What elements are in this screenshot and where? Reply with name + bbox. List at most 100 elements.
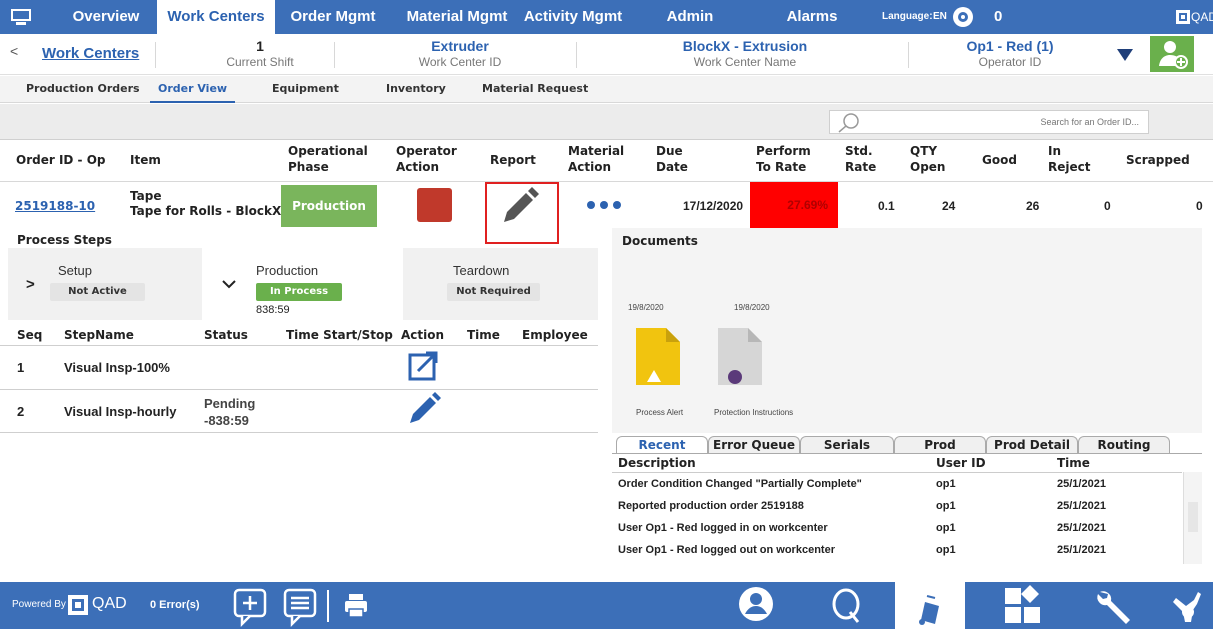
col-material-action-1: Material <box>568 144 625 158</box>
print-icon[interactable] <box>342 582 370 629</box>
col-operator-action-2: Action <box>396 160 440 174</box>
col-phase-2: Phase <box>288 160 329 174</box>
tab-prod-summary[interactable]: Prod Summary <box>894 436 986 468</box>
std-rate-value: 0.1 <box>878 199 895 213</box>
tab-recent-activity[interactable]: Recent Activity <box>616 436 708 468</box>
tab-equipment[interactable]: Equipment <box>272 76 339 103</box>
tab-prod-detail[interactable]: Prod Detail <box>986 436 1078 454</box>
current-shift: 1 Current Shift <box>226 38 294 69</box>
maintenance-wrench-icon[interactable] <box>1092 582 1136 629</box>
col-order-id: Order ID - Op <box>16 153 106 167</box>
tab-inventory[interactable]: Inventory <box>386 76 446 103</box>
col-due-date-1: Due <box>656 144 683 158</box>
documents-panel: Documents 19/8/2020 19/8/2020 Process Al… <box>612 228 1202 433</box>
nav-tab-order-mgmt[interactable]: Order Mgmt <box>278 0 388 34</box>
step-2-time: -838:59 <box>204 413 249 428</box>
nav-tab-material-mgmt[interactable]: Material Mgmt <box>392 0 522 34</box>
act-col-user-id: User ID <box>936 456 986 470</box>
col-qty-open-2: Open <box>910 160 946 174</box>
operator-dropdown-icon[interactable] <box>1116 48 1134 62</box>
item-name: Tape <box>130 189 162 203</box>
setup-status-badge: Not Active <box>50 283 145 301</box>
back-button[interactable]: < <box>10 43 18 59</box>
add-operator-button[interactable] <box>1150 36 1194 72</box>
search-icon[interactable] <box>836 112 862 134</box>
expand-chevron-right-icon[interactable]: > <box>26 276 35 293</box>
language-label: Language: <box>882 11 933 22</box>
report-pencil-icon[interactable] <box>500 186 540 226</box>
material-handling-active-button[interactable] <box>895 582 965 629</box>
col-perform-2: To Rate <box>756 160 807 174</box>
bottom-toolbar: Powered By QAD 0 Error(s) <box>0 582 1213 629</box>
col-perform-1: Perform <box>756 144 811 158</box>
phase-production[interactable]: Production In Process 838:59 <box>206 248 401 320</box>
nav-tab-work-centers[interactable]: Work Centers <box>157 0 275 34</box>
stop-action-button[interactable] <box>417 188 452 222</box>
activity-row: Order Condition Changed "Partially Compl… <box>618 478 1106 490</box>
alarm-count: 0 <box>994 8 1003 25</box>
tab-routing[interactable]: Routing <box>1078 436 1170 454</box>
collapse-chevron-down-icon[interactable] <box>222 278 236 292</box>
step-col-action: Action <box>401 328 445 342</box>
sub-tabs: Production Orders Order View Equipment I… <box>0 76 1213 103</box>
step-2-seq: 2 <box>17 404 25 419</box>
phase-teardown[interactable]: Teardown Not Required <box>403 248 598 320</box>
nav-tab-alarms[interactable]: Alarms <box>772 0 852 34</box>
phase-setup[interactable]: > Setup Not Active <box>8 248 202 320</box>
nav-tab-activity-mgmt[interactable]: Activity Mgmt <box>512 0 634 34</box>
alarm-icon[interactable] <box>952 6 974 28</box>
col-scrapped: Scrapped <box>1126 153 1190 167</box>
activity-scrollbar[interactable] <box>1183 472 1202 564</box>
nav-tab-admin[interactable]: Admin <box>650 0 730 34</box>
activity-table: Description User ID Time Order Condition… <box>612 453 1202 566</box>
view-comments-icon[interactable] <box>282 582 318 629</box>
dashboard-tiles-icon[interactable] <box>1002 582 1042 629</box>
step-1-open-external-icon[interactable] <box>407 350 439 382</box>
labor-operator-icon[interactable] <box>1170 582 1210 629</box>
col-qty-open-1: QTY <box>910 144 938 158</box>
teardown-status-badge: Not Required <box>447 283 540 301</box>
good-value: 26 <box>1026 199 1040 213</box>
in-reject-value: 0 <box>1104 199 1111 213</box>
add-comment-icon[interactable] <box>232 582 268 629</box>
tab-production-orders[interactable]: Production Orders <box>26 76 140 103</box>
search-input[interactable] <box>867 111 1147 133</box>
nav-tab-overview[interactable]: Overview <box>46 0 166 34</box>
doc-1-date: 19/8/2020 <box>628 303 664 312</box>
material-action-dots-icon[interactable] <box>585 199 627 209</box>
production-status-badge: In Process <box>256 283 342 301</box>
footer-brand: QAD <box>92 595 127 612</box>
col-std-rate-2: Rate <box>845 160 877 174</box>
work-centers-link[interactable]: Work Centers <box>42 45 139 62</box>
tab-serials[interactable]: Serials <box>800 436 894 454</box>
production-elapsed-time: 838:59 <box>256 304 290 316</box>
order-id-link[interactable]: 2519188-10 <box>15 199 95 213</box>
protection-instructions-document-icon[interactable] <box>718 328 762 385</box>
order-search[interactable] <box>829 110 1149 134</box>
process-alert-document-icon[interactable] <box>636 328 680 385</box>
scrapped-value: 0 <box>1196 199 1203 213</box>
work-center-id: Extruder Work Center ID <box>418 38 502 69</box>
step-2-edit-pencil-icon[interactable] <box>407 390 443 426</box>
operational-phase-badge[interactable]: Production <box>281 185 377 227</box>
language-select[interactable]: EN <box>933 0 947 34</box>
powered-by-label: Powered By <box>12 599 66 610</box>
user-profile-icon[interactable] <box>736 582 776 629</box>
tab-material-request[interactable]: Material Request <box>482 76 588 103</box>
col-item: Item <box>130 153 161 167</box>
step-col-time: Time <box>467 328 500 342</box>
step-2-status: Pending <box>204 396 256 411</box>
scrollbar-thumb[interactable] <box>1188 502 1198 532</box>
quality-q-icon[interactable] <box>830 582 864 629</box>
work-center-name: BlockX - Extrusion Work Center Name <box>682 38 808 69</box>
step-1-name: Visual Insp-100% <box>64 360 170 375</box>
tab-error-queue[interactable]: Error Queue <box>708 436 800 454</box>
tab-order-view[interactable]: Order View <box>150 76 236 103</box>
perform-to-rate-value: 27.69% <box>750 182 838 228</box>
step-col-name: StepName <box>64 328 134 342</box>
work-center-header: < Work Centers 1 Current Shift Extruder … <box>0 34 1213 75</box>
due-date-value: 17/12/2020 <box>683 199 744 213</box>
workcenter-app-icon[interactable] <box>10 7 32 27</box>
col-good: Good <box>982 153 1017 167</box>
error-count[interactable]: 0 Error(s) <box>150 599 200 611</box>
